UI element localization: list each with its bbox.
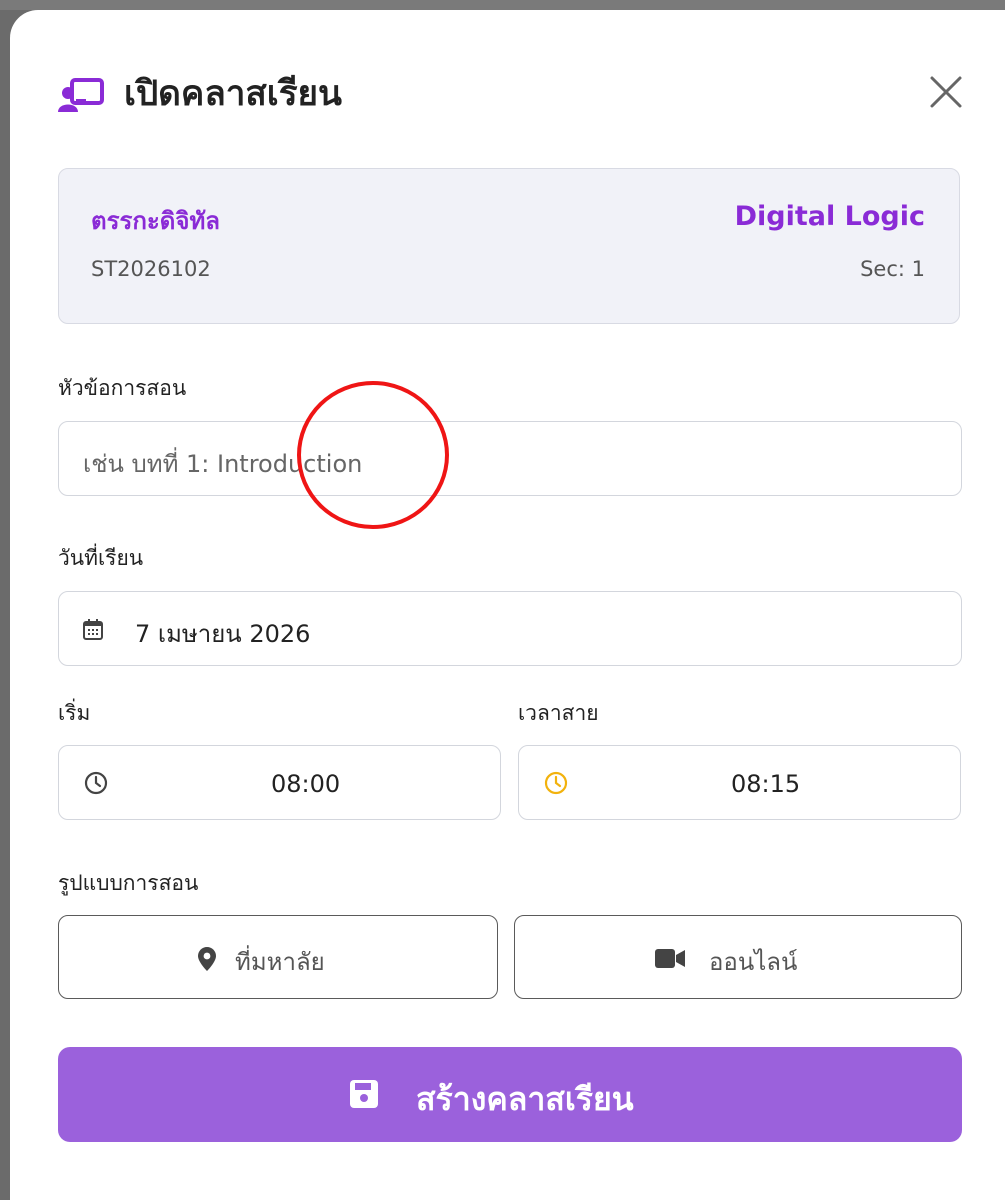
date-label: วันที่เรียน xyxy=(58,546,144,570)
calendar-icon xyxy=(83,619,103,640)
location-pin-icon xyxy=(198,947,216,971)
late-time-label: เวลาสาย xyxy=(518,701,599,725)
date-value: 7 เมษายน 2026 xyxy=(135,620,311,648)
course-name-en: Digital Logic xyxy=(734,201,925,232)
start-time-value: 08:00 xyxy=(271,770,341,798)
close-icon[interactable] xyxy=(928,74,964,110)
mode-onsite-button[interactable]: ที่มหาลัย xyxy=(58,915,498,999)
save-icon xyxy=(350,1080,378,1108)
topic-label: หัวข้อการสอน xyxy=(58,376,187,400)
start-time-input[interactable]: 08:00 xyxy=(58,745,501,820)
course-section: Sec: 1 xyxy=(860,257,925,281)
course-info-card: ตรรกะดิจิทัล Digital Logic ST2026102 Sec… xyxy=(58,168,960,324)
chalkboard-teacher-icon xyxy=(58,78,104,112)
clock-icon xyxy=(544,771,568,795)
video-camera-icon xyxy=(655,949,685,968)
dialog-title: เปิดคลาสเรียน xyxy=(124,74,342,114)
mode-online-button[interactable]: ออนไลน์ xyxy=(514,915,962,999)
create-class-label: สร้างคลาสเรียน xyxy=(416,1080,634,1118)
date-input[interactable]: 7 เมษายน 2026 xyxy=(58,591,962,666)
course-code: ST2026102 xyxy=(91,257,211,281)
late-time-value: 08:15 xyxy=(731,770,801,798)
create-class-button[interactable]: สร้างคลาสเรียน xyxy=(58,1047,962,1142)
late-time-input[interactable]: 08:15 xyxy=(518,745,961,820)
background-edge xyxy=(0,0,1005,10)
topic-placeholder: เช่น บทที่ 1: Introduction xyxy=(83,450,363,478)
course-name-th: ตรรกะดิจิทัล xyxy=(91,207,220,235)
mode-online-label: ออนไลน์ xyxy=(709,948,798,976)
start-time-label: เริ่ม xyxy=(58,701,91,725)
topic-input[interactable]: เช่น บทที่ 1: Introduction xyxy=(58,421,962,496)
mode-onsite-label: ที่มหาลัย xyxy=(235,948,325,976)
teaching-mode-label: รูปแบบการสอน xyxy=(58,871,199,895)
clock-icon xyxy=(84,771,108,795)
